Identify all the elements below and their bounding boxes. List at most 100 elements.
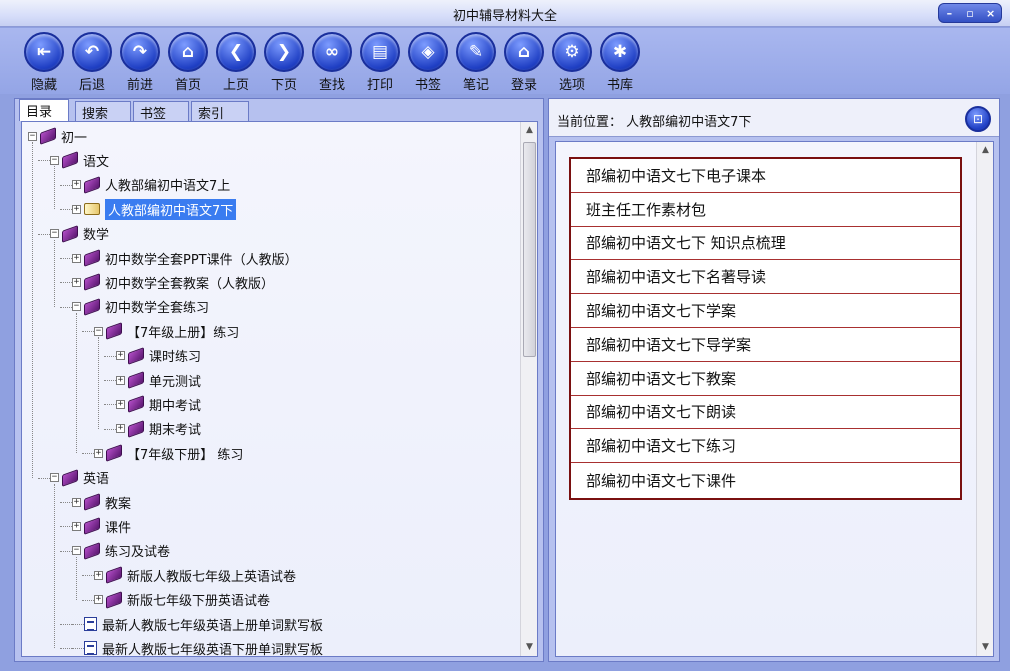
scroll-thumb[interactable]: [523, 142, 536, 357]
expand-icon[interactable]: +: [116, 375, 125, 385]
toolbar-button-1[interactable]: ↶ 后退: [68, 32, 116, 93]
minimize-button[interactable]: –: [940, 7, 958, 20]
resource-link[interactable]: 部编初中语文七下练习: [571, 429, 960, 464]
toolbar-button-5[interactable]: ❯ 下页: [260, 32, 308, 93]
expand-icon[interactable]: +: [72, 204, 81, 214]
expand-icon[interactable]: +: [94, 570, 103, 580]
toolbar-button-8[interactable]: ◈ 书签: [404, 32, 452, 93]
expand-icon[interactable]: +: [72, 277, 81, 287]
tab-bookmarks[interactable]: 书签: [133, 101, 189, 122]
toolbar-button-label: 隐藏: [30, 78, 57, 93]
resource-link[interactable]: 部编初中语文七下教案: [571, 362, 960, 396]
tree-node[interactable]: + 人教部编初中语文7上: [72, 175, 230, 195]
resource-link[interactable]: 部编初中语文七下 知识点梳理: [571, 227, 960, 261]
tree-connector: [60, 648, 72, 650]
tree-node[interactable]: − 数学: [50, 224, 109, 244]
tree-connector: [72, 623, 84, 625]
toolbar-button-0[interactable]: ⇤ 隐藏: [20, 32, 68, 93]
scroll-up-arrow-icon[interactable]: ▲: [521, 122, 537, 139]
expand-icon[interactable]: +: [94, 595, 103, 605]
toolbar-button-12[interactable]: ✱ 书库: [596, 32, 644, 93]
tab-contents[interactable]: 目录: [19, 99, 69, 121]
tree-connector: [82, 331, 94, 333]
resource-link[interactable]: 部编初中语文七下课件: [571, 463, 960, 497]
toolbar-button-label: 登录: [510, 78, 537, 93]
tree-connector: [104, 380, 116, 381]
scroll-down-arrow-icon[interactable]: ▼: [521, 639, 537, 656]
tree-node[interactable]: + 初中数学全套PPT课件（人教版）: [72, 248, 298, 268]
resource-link[interactable]: 部编初中语文七下学案: [571, 294, 960, 328]
expand-icon[interactable]: +: [72, 521, 81, 531]
tree-scrollbar[interactable]: ▲ ▼: [520, 122, 537, 656]
collapse-icon[interactable]: −: [28, 131, 37, 141]
resource-link[interactable]: 部编初中语文七下导学案: [571, 328, 960, 362]
collapse-icon[interactable]: −: [50, 473, 59, 483]
tree-node[interactable]: − 【7年级上册】练习: [94, 321, 239, 341]
tree-node[interactable]: 最新人教版七年级英语上册单词默写板: [72, 614, 323, 634]
tab-index[interactable]: 索引: [191, 101, 249, 122]
current-location: 当前位置： 人教部编初中语文7下: [557, 115, 752, 130]
tree-node[interactable]: + 课时练习: [116, 346, 201, 366]
toolbar-button-11[interactable]: ⚙ 选项: [548, 32, 596, 93]
book-icon: [62, 468, 78, 487]
tab-search[interactable]: 搜索: [75, 101, 131, 122]
tree-node[interactable]: 最新人教版七年级英语下册单词默写板: [72, 638, 323, 656]
expand-icon[interactable]: +: [116, 424, 125, 434]
book-icon: [128, 371, 144, 389]
resource-link[interactable]: 部编初中语文七下电子课本: [571, 159, 960, 193]
tree-node[interactable]: − 初一: [28, 126, 87, 146]
book-icon: [106, 566, 122, 585]
tree-connector: [38, 160, 50, 162]
collapse-icon[interactable]: −: [50, 155, 59, 165]
toolbar-button-6[interactable]: ∞ 查找: [308, 32, 356, 93]
toolbar-button-label: 下页: [270, 78, 297, 93]
tree-node[interactable]: − 语文: [50, 150, 109, 170]
sync-icon[interactable]: ⊡: [965, 106, 991, 132]
resource-link[interactable]: 部编初中语文七下名著导读: [571, 260, 960, 295]
tree-connector: [104, 355, 116, 357]
toolbar-button-3[interactable]: ⌂ 首页: [164, 32, 212, 93]
toolbar-button-4[interactable]: ❮ 上页: [212, 32, 260, 93]
resource-link[interactable]: 班主任工作素材包: [571, 193, 960, 227]
tree-node[interactable]: + 期末考试: [116, 419, 201, 439]
content-scrollbar[interactable]: ▲ ▼: [976, 142, 993, 656]
tree-node[interactable]: − 英语: [50, 468, 109, 488]
book-icon: [84, 541, 100, 560]
expand-icon[interactable]: +: [116, 399, 125, 409]
toolbar-button-9[interactable]: ✎ 笔记: [452, 32, 500, 93]
expand-icon[interactable]: +: [72, 253, 81, 263]
window-title: 初中辅导材料大全: [452, 9, 557, 24]
tree-node-label: 最新人教版七年级英语上册单词默写板: [102, 618, 324, 634]
collapse-icon[interactable]: −: [72, 546, 81, 556]
collapse-icon[interactable]: −: [50, 229, 59, 239]
tree-node[interactable]: + 初中数学全套教案（人教版）: [72, 272, 274, 292]
collapse-icon[interactable]: −: [94, 326, 103, 336]
tree-node[interactable]: + 教案: [72, 492, 131, 512]
tree-node[interactable]: + 【7年级下册】 练习: [94, 443, 243, 463]
maximize-button[interactable]: ▫: [961, 7, 979, 20]
tree-connector: [60, 282, 72, 284]
tree-node[interactable]: + 期中考试: [116, 394, 201, 414]
tree-node[interactable]: + 单元测试: [116, 370, 201, 390]
toolbar-button-2[interactable]: ↷ 前进: [116, 32, 164, 93]
toolbar-button-7[interactable]: ▤ 打印: [356, 32, 404, 93]
scroll-up-arrow-icon[interactable]: ▲: [977, 142, 993, 159]
tree-node[interactable]: − 初中数学全套练习: [72, 297, 209, 317]
tree-node[interactable]: + 课件: [72, 516, 131, 536]
resource-link[interactable]: 部编初中语文七下朗读: [571, 396, 960, 430]
close-button[interactable]: ×: [982, 7, 1000, 20]
tree-node[interactable]: + 人教部编初中语文7下: [72, 198, 237, 220]
location-bar: 当前位置： 人教部编初中语文7下 ⊡: [549, 99, 999, 137]
tree-node[interactable]: − 练习及试卷: [72, 541, 170, 561]
tree-node[interactable]: + 新版七年级下册英语试卷: [94, 590, 270, 610]
expand-icon[interactable]: +: [94, 448, 103, 458]
toolbar-button-label: 上页: [222, 78, 249, 93]
expand-icon[interactable]: +: [72, 180, 81, 190]
tree-node[interactable]: + 新版人教版七年级上英语试卷: [94, 565, 296, 585]
collapse-icon[interactable]: −: [72, 302, 81, 312]
scroll-down-arrow-icon[interactable]: ▼: [977, 639, 993, 656]
expand-icon[interactable]: +: [116, 351, 125, 361]
book-icon: [106, 444, 122, 463]
toolbar-button-10[interactable]: ⌂ 登录: [500, 32, 548, 93]
expand-icon[interactable]: +: [72, 497, 81, 507]
